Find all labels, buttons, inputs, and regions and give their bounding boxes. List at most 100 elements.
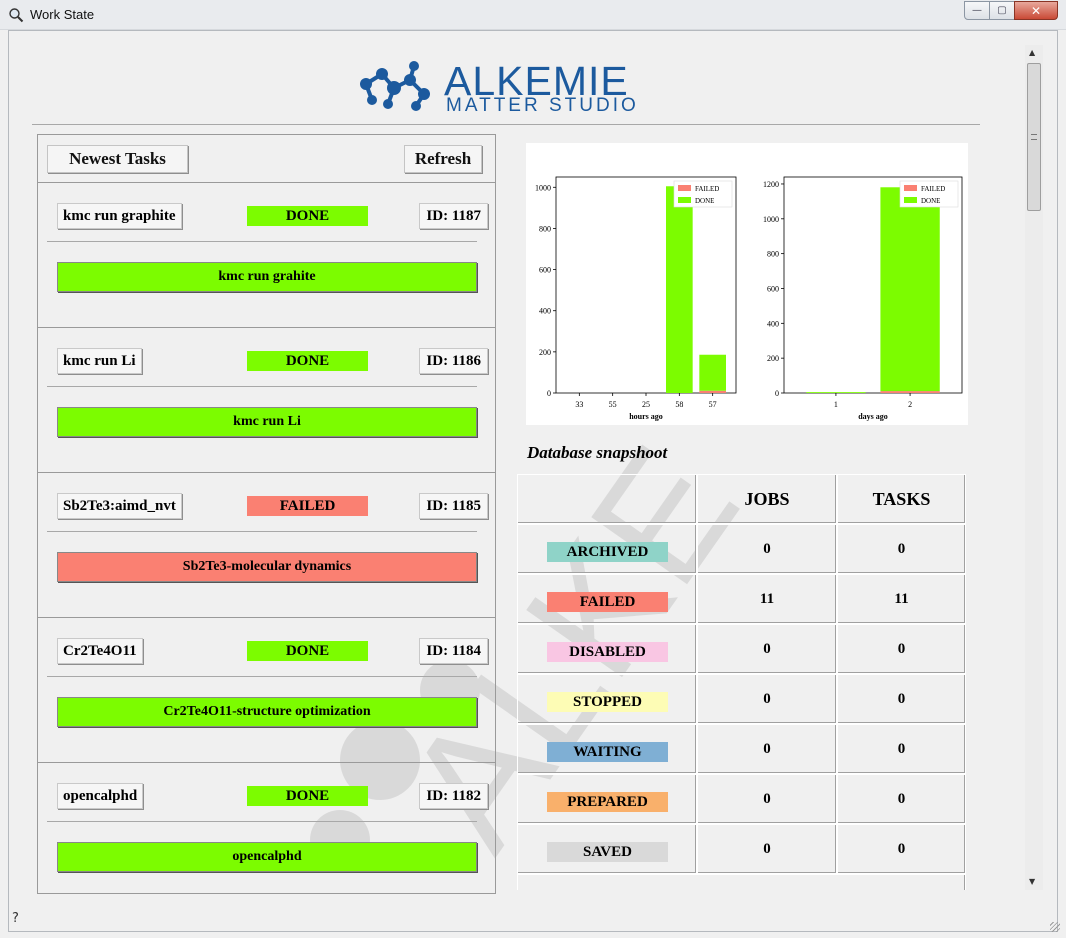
x-tick-label: 25: [642, 400, 650, 409]
task-name-button[interactable]: Cr2Te4O11: [57, 638, 143, 664]
window-controls: — ▢ ✕: [964, 1, 1058, 20]
table-row: FAILED 11 11: [517, 574, 966, 624]
logo-subtitle: MATTER STUDIO: [446, 95, 639, 116]
task-description-bar[interactable]: kmc run Li: [57, 407, 477, 437]
database-title: Database snapshoot: [527, 443, 668, 462]
y-tick-label: 1000: [763, 215, 779, 224]
state-cell: [517, 874, 966, 890]
task-id-button[interactable]: ID: 1187: [419, 203, 488, 229]
state-cell: ARCHIVED: [517, 524, 697, 574]
bar-failed: [880, 391, 940, 393]
y-tick-label: 200: [539, 348, 551, 357]
column-header-state: [517, 474, 697, 524]
task-description-bar[interactable]: opencalphd: [57, 842, 477, 872]
legend-label: FAILED: [921, 185, 945, 193]
jobs-count: 0: [697, 624, 837, 674]
y-tick-label: 1000: [535, 183, 551, 192]
database-table: JOBS TASKS ARCHIVED 0 0 FAILED 11 11 DISABLED 0…: [517, 474, 966, 890]
task-separator: [47, 386, 477, 387]
magnifier-app-icon: [9, 8, 24, 23]
x-tick-label: 57: [709, 400, 717, 409]
window-title: Work State: [30, 7, 95, 22]
task-id-button[interactable]: ID: 1184: [419, 638, 488, 664]
status-badge: WAITING: [547, 742, 668, 762]
jobs-count: 11: [697, 574, 837, 624]
header-divider: [32, 124, 980, 125]
close-button[interactable]: ✕: [1014, 1, 1058, 20]
state-cell: PREPARED: [517, 774, 697, 824]
task-id-button[interactable]: ID: 1185: [419, 493, 488, 519]
refresh-button[interactable]: Refresh: [404, 145, 482, 173]
legend-label: DONE: [695, 197, 714, 205]
task-status-badge: DONE: [247, 786, 368, 806]
table-row: DISABLED 0 0: [517, 624, 966, 674]
task-description-bar[interactable]: Sb2Te3-molecular dynamics: [57, 552, 477, 582]
task-status-badge: FAILED: [247, 496, 368, 516]
task-status-badge: DONE: [247, 206, 368, 226]
title-bar: Work State — ▢ ✕: [0, 0, 1066, 30]
task-status-badge: DONE: [247, 351, 368, 371]
task-name-button[interactable]: opencalphd: [57, 783, 144, 809]
task-status-badge: DONE: [247, 641, 368, 661]
y-tick-label: 1200: [763, 180, 779, 189]
scroll-up-arrow-icon[interactable]: ▲: [1029, 48, 1035, 57]
resize-grip-icon[interactable]: [1050, 922, 1060, 932]
task-name-button[interactable]: kmc run graphite: [57, 203, 182, 229]
tasks-panel-header: Newest Tasks Refresh: [38, 135, 495, 183]
tasks-count: 0: [837, 524, 966, 574]
grip-icon: [1031, 134, 1037, 140]
y-tick-label: 200: [767, 354, 779, 363]
minimize-button[interactable]: —: [964, 1, 990, 20]
task-separator: [47, 821, 477, 822]
newest-tasks-button[interactable]: Newest Tasks: [47, 145, 188, 173]
task-description-bar[interactable]: kmc run grahite: [57, 262, 477, 292]
legend-swatch: [904, 197, 917, 203]
x-tick-label: 58: [675, 400, 683, 409]
x-tick-label: 55: [609, 400, 617, 409]
table-row: SAVED 0 0: [517, 824, 966, 874]
legend-swatch: [678, 197, 691, 203]
maximize-button[interactable]: ▢: [989, 1, 1015, 20]
task-card: Sb2Te3:aimd_nvt FAILED ID: 1185 Sb2Te3-m…: [38, 473, 495, 618]
task-id-button[interactable]: ID: 1182: [419, 783, 488, 809]
state-cell: SAVED: [517, 824, 697, 874]
tasks-count: 0: [837, 624, 966, 674]
status-badge: ARCHIVED: [547, 542, 668, 562]
alkemie-logo: ALKEMIE MATTER STUDIO: [354, 60, 654, 116]
table-row: WAITING 0 0: [517, 724, 966, 774]
y-tick-label: 400: [539, 307, 551, 316]
y-tick-label: 800: [539, 224, 551, 233]
table-row: ARCHIVED 0 0: [517, 524, 966, 574]
task-name-button[interactable]: kmc run Li: [57, 348, 142, 374]
help-icon[interactable]: ?: [12, 911, 19, 926]
legend-label: FAILED: [695, 185, 719, 193]
vertical-scrollbar[interactable]: ▲ ▼: [1025, 45, 1043, 890]
molecule-logo-icon: [360, 61, 430, 111]
scroll-down-arrow-icon[interactable]: ▼: [1029, 877, 1035, 886]
jobs-count: 0: [697, 524, 837, 574]
task-card: opencalphd DONE ID: 1182 opencalphd: [38, 763, 495, 893]
task-card: kmc run Li DONE ID: 1186 kmc run Li: [38, 328, 495, 473]
state-cell: DISABLED: [517, 624, 697, 674]
x-axis-label: days ago: [858, 412, 888, 421]
tasks-count: 0: [837, 674, 966, 724]
column-header-tasks: TASKS: [837, 474, 966, 524]
legend-swatch: [904, 185, 917, 191]
scrollbar-thumb[interactable]: [1027, 63, 1041, 211]
task-name-button[interactable]: Sb2Te3:aimd_nvt: [57, 493, 182, 519]
x-tick-label: 33: [575, 400, 583, 409]
table-row: STOPPED 0 0: [517, 674, 966, 724]
tasks-count: 11: [837, 574, 966, 624]
jobs-count: 0: [697, 824, 837, 874]
table-row: PREPARED 0 0: [517, 774, 966, 824]
task-card: kmc run graphite DONE ID: 1187 kmc run g…: [38, 183, 495, 328]
legend-label: DONE: [921, 197, 940, 205]
state-cell: FAILED: [517, 574, 697, 624]
bar-done: [806, 392, 866, 393]
state-cell: WAITING: [517, 724, 697, 774]
state-cell: STOPPED: [517, 674, 697, 724]
task-id-button[interactable]: ID: 1186: [419, 348, 488, 374]
bar-done: [666, 186, 693, 393]
task-description-bar[interactable]: Cr2Te4O11-structure optimization: [57, 697, 477, 727]
task-card: Cr2Te4O11 DONE ID: 1184 Cr2Te4O11-struct…: [38, 618, 495, 763]
